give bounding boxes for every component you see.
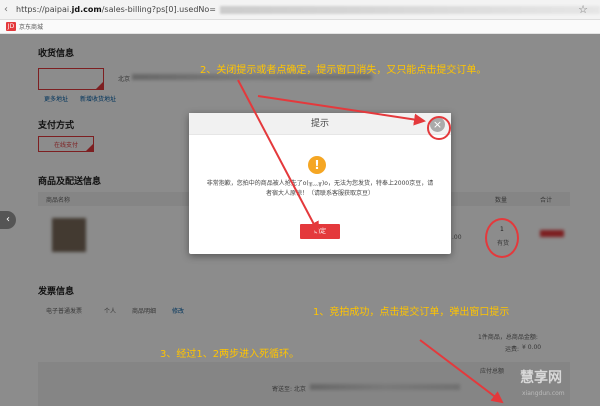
annotation-1: 1、竞拍成功，点击提交订单，弹出窗口提示: [313, 307, 510, 318]
arrow-to-submit: [419, 339, 504, 404]
watermark-text: 慧享网: [520, 370, 562, 386]
annotation-2: 2、关闭提示或者点确定，提示窗口消失，又只能点击提交订单。: [200, 65, 487, 76]
annotation-3: 3、经过1、2两步进入死循环。: [160, 349, 300, 360]
arrow-to-close: [257, 95, 426, 126]
watermark-sub: xiangdun.com: [522, 390, 565, 397]
